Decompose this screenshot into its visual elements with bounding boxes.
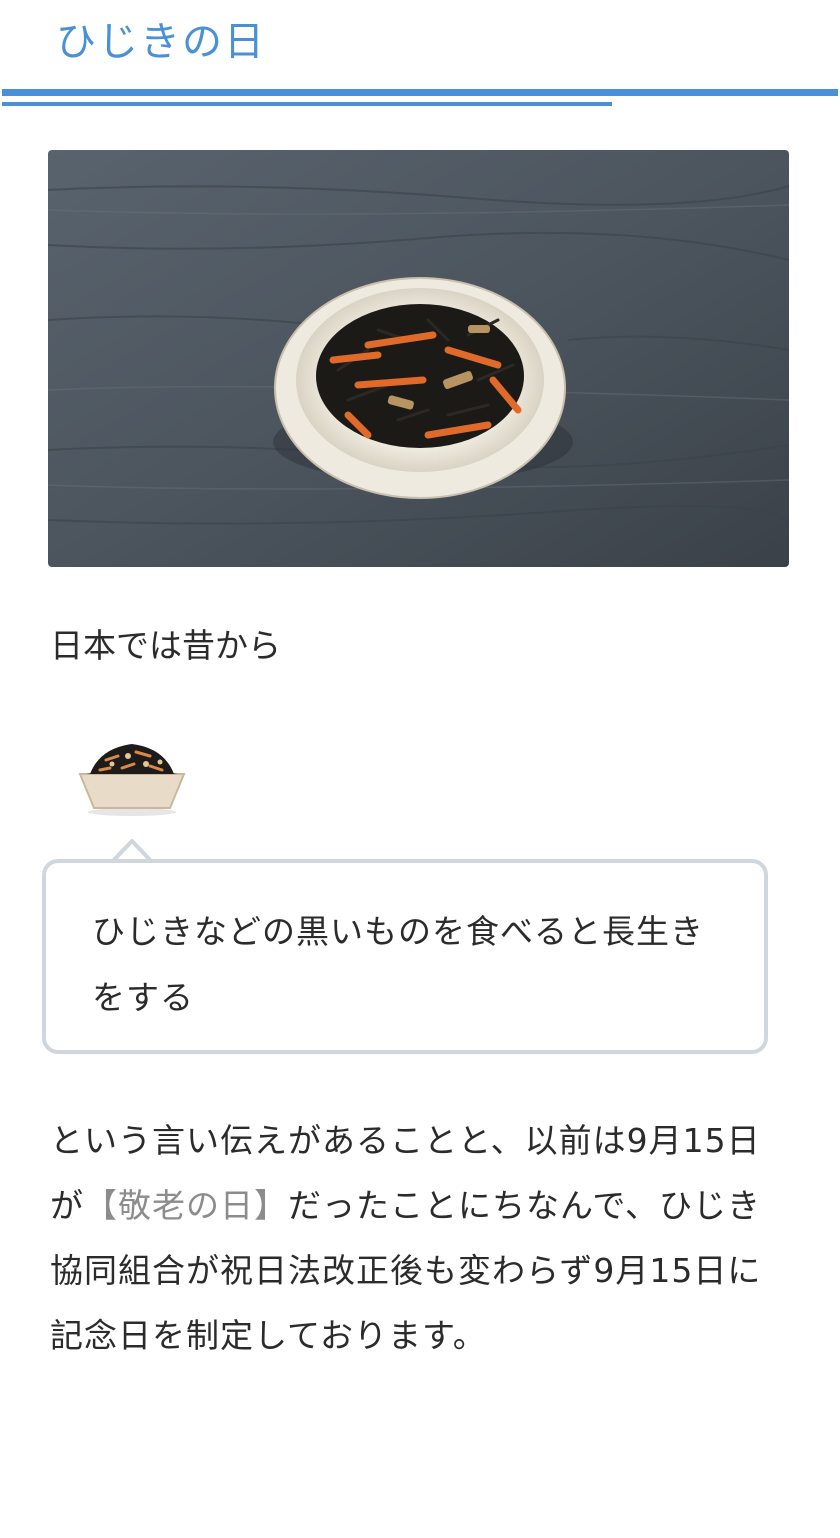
speech-bubble: ひじきなどの黒いものを食べると長生きをする — [42, 859, 768, 1054]
title-underline-accent — [2, 102, 612, 106]
hijiki-bowl-icon — [76, 734, 188, 816]
speech-bubble-text: ひじきなどの黒いものを食べると長生きをする — [92, 912, 704, 1017]
keiro-no-hi-link[interactable]: 【敬老の日】 — [84, 1186, 288, 1225]
hijiki-dish-photo — [48, 150, 789, 567]
body-paragraph: という言い伝えがあることと、以前は9月15日が【敬老の日】だったことにちなんで、… — [50, 1108, 770, 1368]
intro-text: 日本では昔から — [50, 626, 281, 665]
title-underline — [2, 89, 838, 96]
page-title: ひじきの日 — [56, 19, 266, 65]
